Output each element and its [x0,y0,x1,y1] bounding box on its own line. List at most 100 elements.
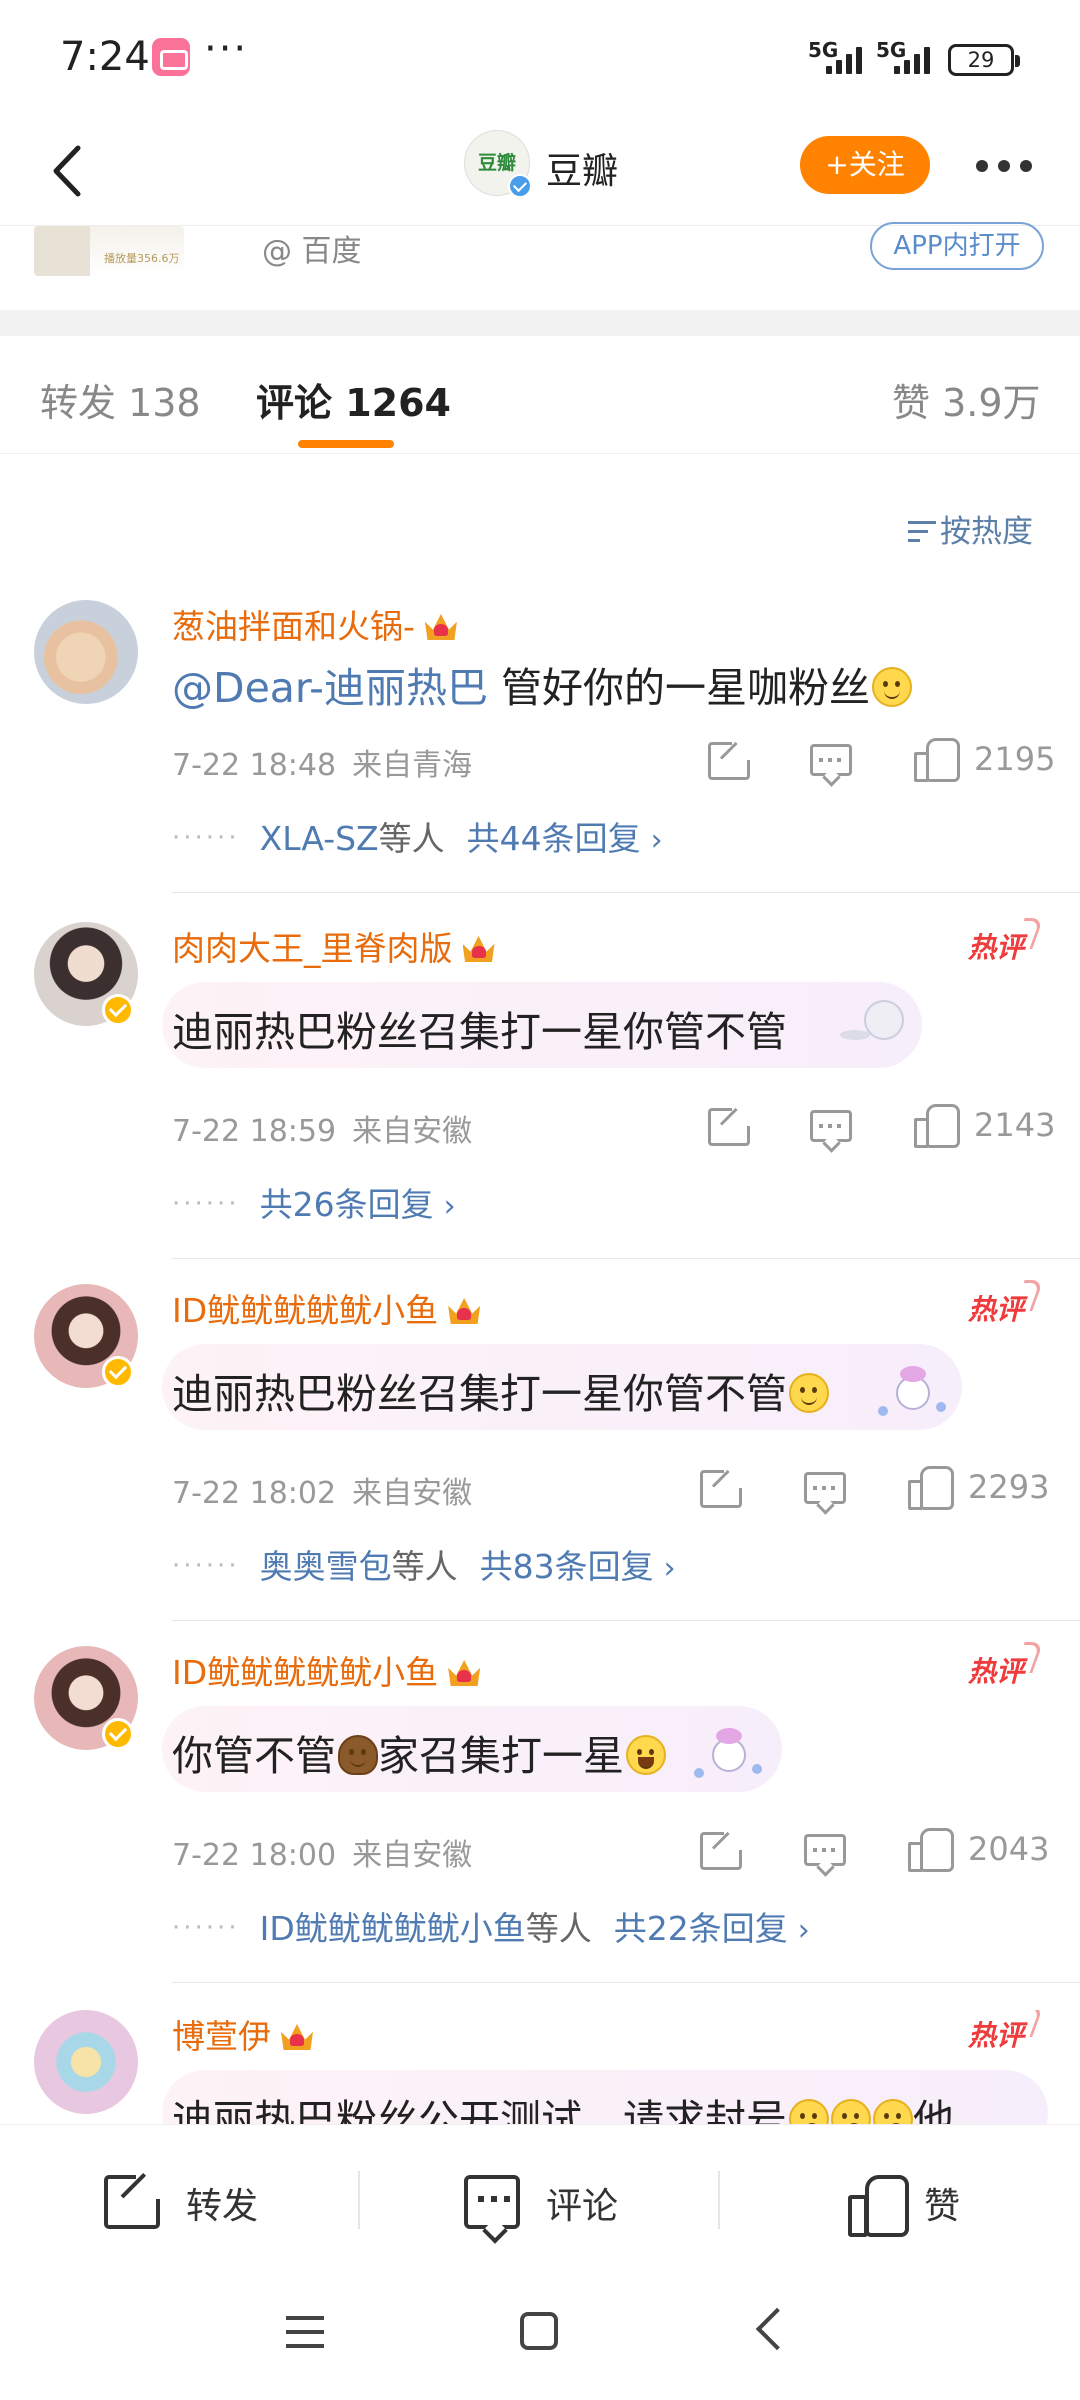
active-tab-indicator [298,440,394,448]
crown-icon [461,932,497,964]
status-time: 7:24 [60,34,150,80]
comment-meta: 7-22 18:00 来自安徽 [172,1838,473,1873]
sort-button[interactable]: 按热度 [908,506,1033,551]
verified-badge-icon [102,1356,134,1388]
crown-icon [279,2020,315,2052]
share-icon[interactable] [708,742,750,780]
like-label: 赞 [924,2186,961,2227]
commenter-name[interactable]: 博萱伊 [172,2010,315,2058]
verified-badge-icon [102,1718,134,1750]
tab-comments[interactable]: 评论 1264 [256,372,451,427]
more-options-icon[interactable] [976,160,1036,174]
battery-icon: 29 [948,44,1020,76]
video-thumbnail[interactable]: 播放量356.6万 [34,226,184,276]
comment-text: 你管不管 家召集打一星 [172,1722,666,1782]
account-name[interactable]: 豆瓣 [546,142,618,194]
follow-button[interactable]: +关注 [800,136,930,194]
comment-icon [464,2175,520,2229]
replies-link[interactable]: ······ XLA-SZ等人 共44条回复 › [172,812,663,860]
comment-divider [172,1258,1080,1259]
signal-icon-2 [894,44,940,74]
system-back-icon[interactable] [755,2307,799,2351]
avatar[interactable] [34,600,138,704]
hot-comment-badge: 热评 [968,926,1024,966]
comment-meta: 7-22 18:59 来自安徽 [172,1114,473,1149]
commenter-name[interactable]: 葱油拌面和火锅- [172,600,459,648]
poop-emoji-icon [338,1735,378,1775]
comment-text: 迪丽热巴粉丝召集打一星你管不管 [172,1008,787,1056]
smile-emoji-icon [789,1373,829,1413]
verified-badge-icon [102,994,134,1026]
back-arrow-icon[interactable] [38,138,104,204]
bilibili-notification-icon [152,38,190,76]
commenter-name[interactable]: ID鱿鱿鱿鱿鱿小鱼 [172,1646,482,1694]
tab-reposts[interactable]: 转发 138 [40,372,201,427]
comment-divider [172,1982,1080,1983]
section-divider [0,310,1080,336]
recent-apps-icon[interactable] [286,2316,324,2350]
reply-icon[interactable] [804,1834,846,1866]
system-nav-bar [0,2274,1080,2400]
comment-divider [172,1620,1080,1621]
like-icon[interactable] [914,738,960,782]
wow-emoji-icon [789,2099,829,2124]
chevron-right-icon: › [663,1551,676,1586]
like-count: 2143 [974,1106,1056,1144]
repost-label: 转发 [186,2186,259,2227]
wow-emoji-icon [873,2099,913,2124]
hot-comment-badge: 热评 [968,2014,1024,2054]
replies-link[interactable]: ······ 奥奥雪包等人 共83条回复 › [172,1540,676,1588]
repost-button[interactable]: 转发 [0,2125,360,2275]
reply-icon[interactable] [804,1472,846,1504]
comment-text: 迪丽热巴粉丝公开测试，请求封号他 [172,2086,954,2124]
bottom-action-bar: 转发 评论 赞 [0,2124,1080,2274]
comment-divider [172,892,1080,893]
hot-comment-badge: 热评 [968,1288,1024,1328]
like-icon[interactable] [908,1466,954,1510]
sort-icon [908,519,936,545]
commenter-name[interactable]: ID鱿鱿鱿鱿鱿小鱼 [172,1284,482,1332]
reply-icon[interactable] [810,1110,852,1142]
source-label: @ 百度 [262,234,362,269]
laugh-emoji-icon [626,1735,666,1775]
crown-icon [423,610,459,642]
comment-text: 迪丽热巴粉丝召集打一星你管不管 [172,1360,829,1420]
replies-link[interactable]: ······ 共26条回复 › [172,1178,456,1226]
crown-icon [446,1294,482,1326]
comment-item[interactable]: 博萱伊 热评 迪丽热巴粉丝公开测试，请求封号他 [0,2010,1080,2124]
more-notifications-icon: ··· [204,26,249,72]
chevron-right-icon: › [797,1913,810,1948]
bubble-decoration-icon [840,1000,910,1056]
share-icon[interactable] [700,1832,742,1870]
like-count: 2043 [968,1830,1050,1868]
repost-icon [104,2175,160,2229]
comment-button[interactable]: 评论 [360,2125,720,2275]
bubble-decoration-icon [694,1728,764,1784]
home-icon[interactable] [520,2312,558,2350]
wow-emoji-icon [831,2099,871,2124]
thumbnail-caption: 播放量356.6万 [104,252,180,265]
tab-likes[interactable]: 赞 3.9万 [892,372,1041,427]
open-in-app-button[interactable]: APP内打开 [870,222,1044,270]
replies-link[interactable]: ······ ID鱿鱿鱿鱿鱿小鱼等人 共22条回复 › [172,1902,810,1950]
top-nav-bar: 豆瓣 豆瓣 +关注 [0,116,1080,226]
like-icon[interactable] [914,1104,960,1148]
share-icon[interactable] [708,1108,750,1146]
comment-meta: 7-22 18:02 来自安徽 [172,1476,473,1511]
like-icon[interactable] [908,1828,954,1872]
commenter-name[interactable]: 肉肉大王_里脊肉版 [172,922,497,970]
mention-link[interactable]: @Dear-迪丽热巴 [172,664,488,712]
hot-comment-badge: 热评 [968,1650,1024,1690]
signal-icon-1 [826,44,872,74]
like-button[interactable]: 赞 [720,2125,1080,2275]
sort-label: 按热度 [940,514,1033,550]
reply-icon[interactable] [810,744,852,776]
comment-text: @Dear-迪丽热巴 管好你的一星咖粉丝 [172,654,912,714]
share-icon[interactable] [700,1470,742,1508]
tab-bar: 转发 138 评论 1264 赞 3.9万 [0,336,1080,454]
like-count: 2195 [974,740,1056,778]
status-bar: 7:24 ··· 5G 5G 29 [0,0,1080,116]
comment-meta: 7-22 18:48 来自青海 [172,748,473,783]
smile-emoji-icon [872,667,912,707]
avatar[interactable] [34,2010,138,2114]
